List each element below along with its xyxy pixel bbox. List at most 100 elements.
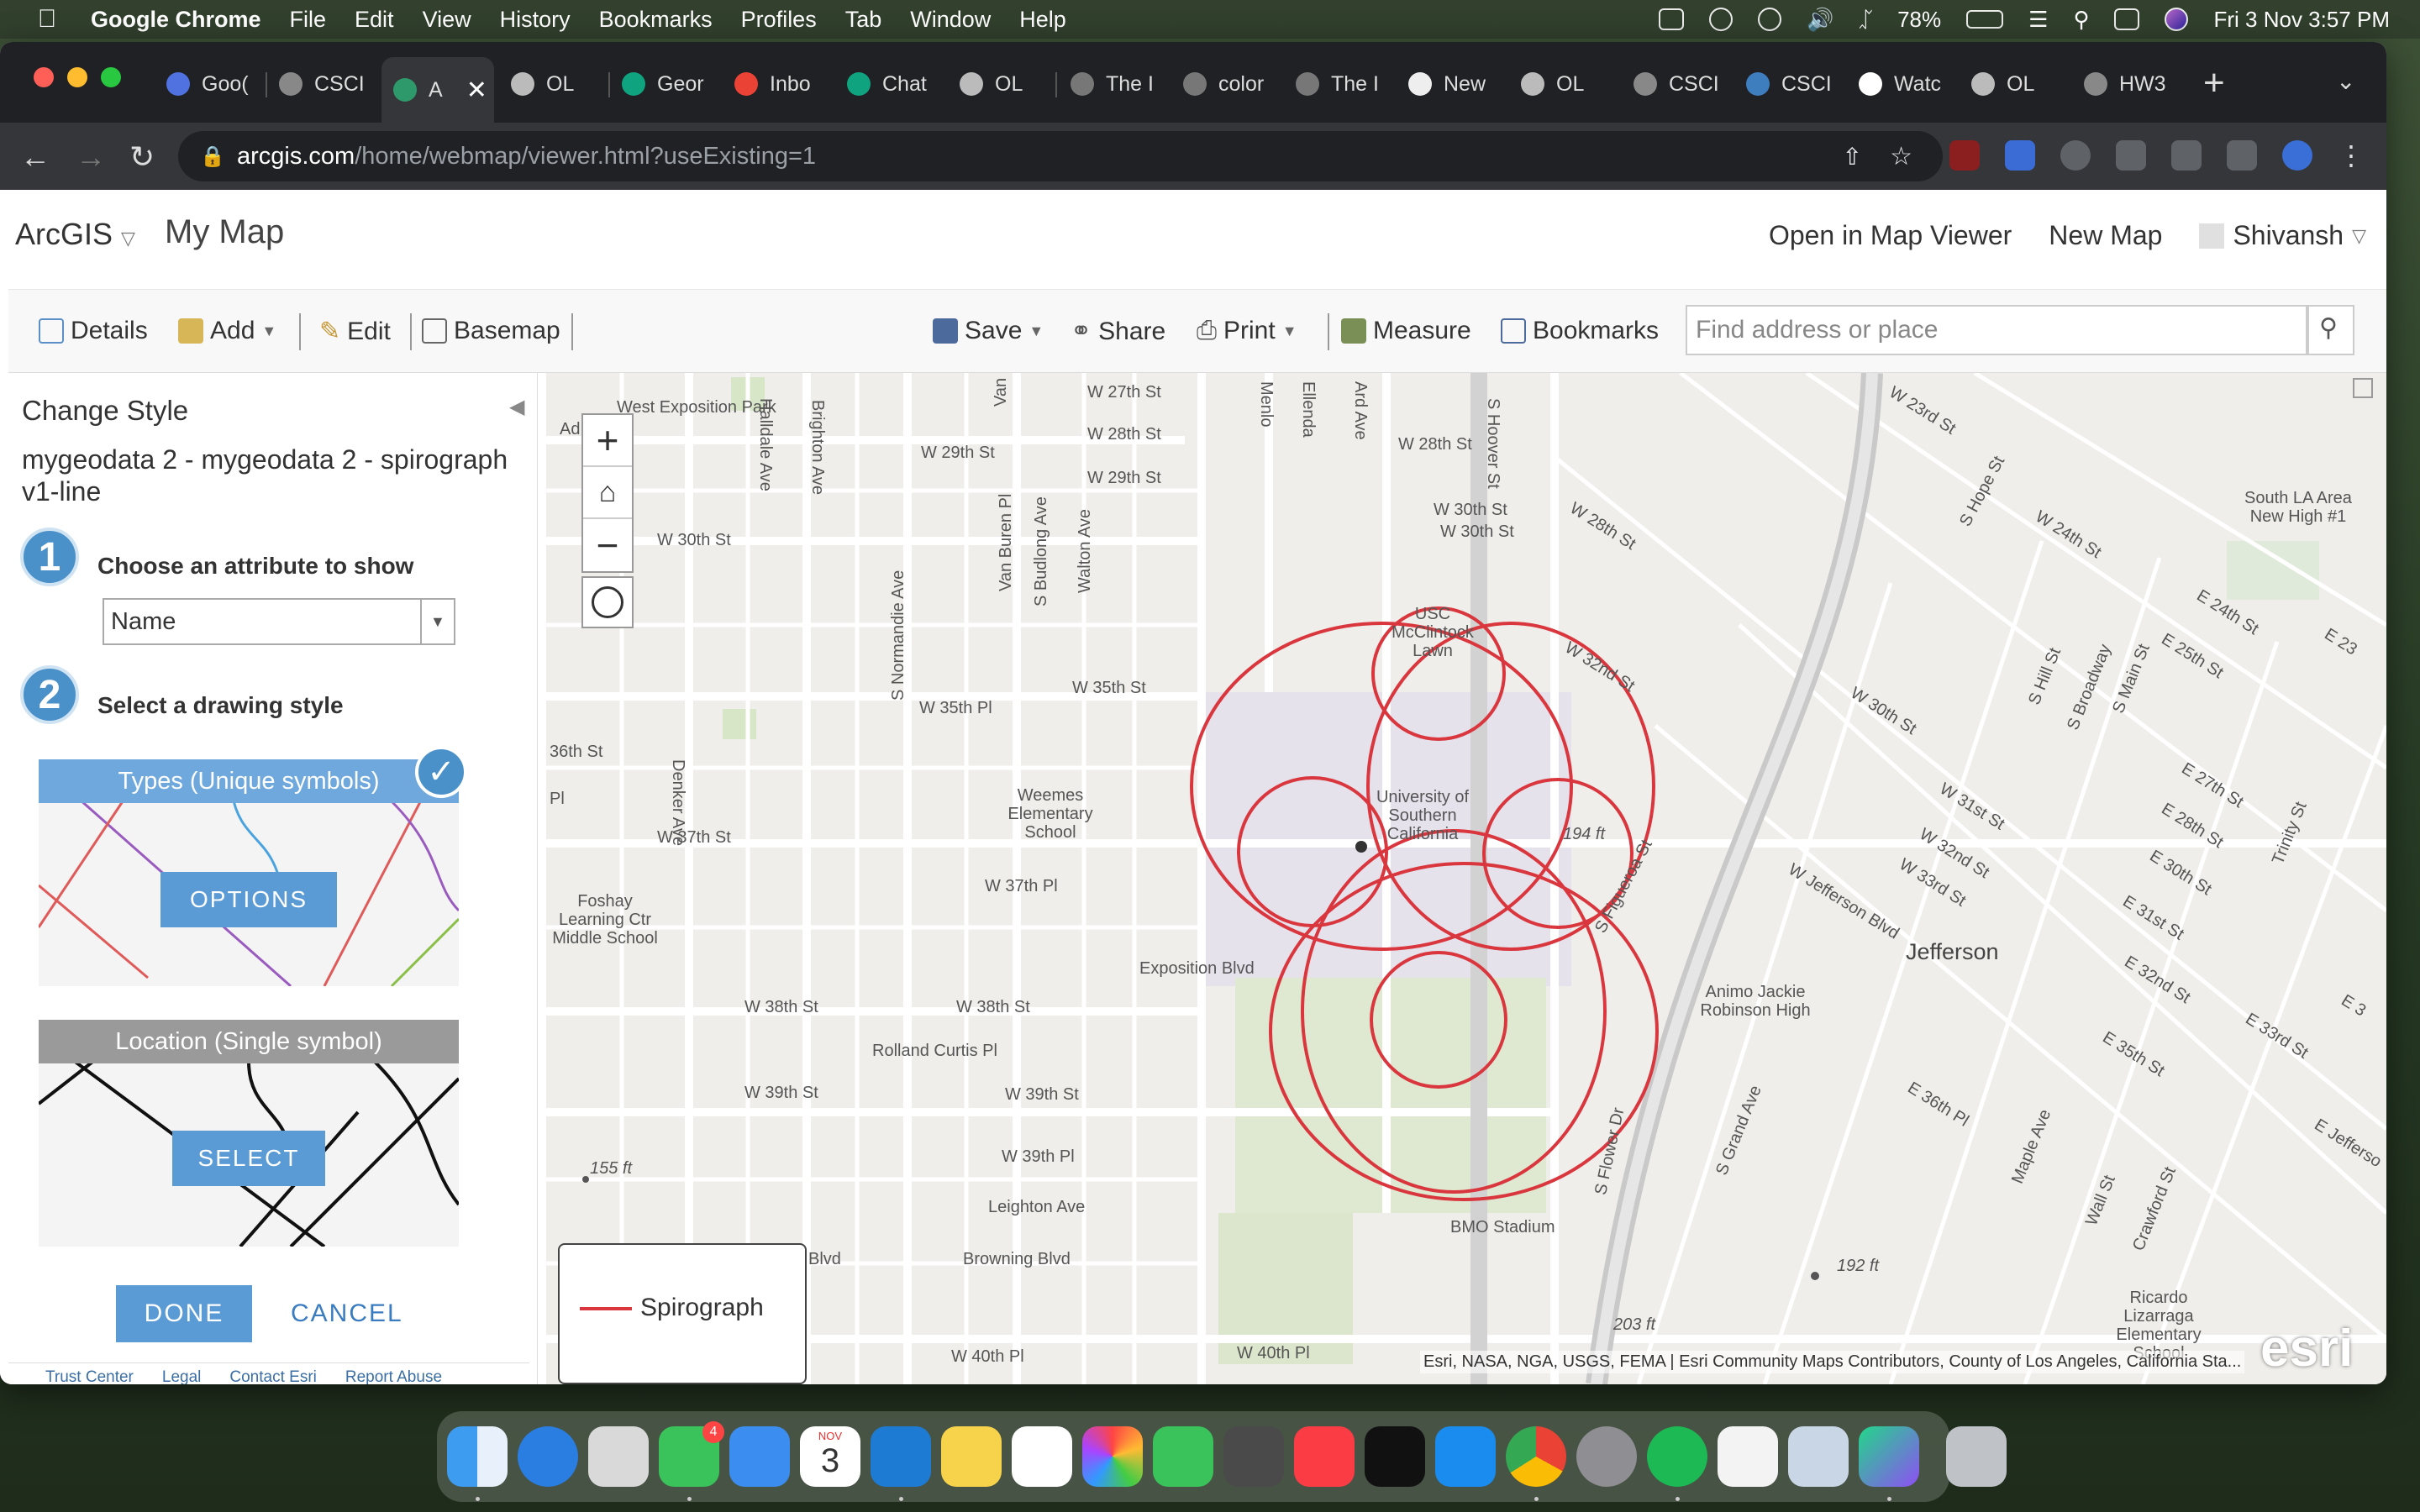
vscode-icon[interactable] [871, 1426, 931, 1501]
tab-active-arcgis[interactable]: A ✕ [381, 57, 494, 123]
forward-arrow-icon[interactable]: → [76, 139, 106, 175]
tab-18[interactable]: HW3 [2072, 60, 2180, 108]
basemap-button[interactable]: Basemap [422, 317, 560, 345]
mail-icon[interactable] [729, 1426, 790, 1487]
tab-2[interactable]: CSCI [267, 60, 376, 108]
save-button[interactable]: Save ▼ [933, 317, 1044, 345]
tab-11[interactable]: The I [1284, 60, 1392, 108]
print-button[interactable]: ⎙ Print ▼ [1197, 317, 1297, 345]
zoom-window-button[interactable] [101, 67, 121, 87]
share-icon[interactable]: ⇧ [1843, 143, 1862, 171]
style-card-types[interactable]: Types (Unique symbols) OPTIONS [39, 759, 459, 986]
siri-icon[interactable] [2165, 8, 2189, 31]
battery-icon[interactable] [1966, 10, 2004, 29]
menu-edit[interactable]: Edit [355, 7, 394, 33]
bluetooth-icon[interactable]: ᛢ [1859, 7, 1872, 33]
tab-close-icon[interactable]: ✕ [466, 76, 487, 105]
chrome-menu-icon[interactable]: ⋮ [2338, 139, 2365, 171]
preview-icon[interactable] [1788, 1426, 1849, 1487]
tab-16[interactable]: Watc [1847, 60, 1954, 108]
music-icon[interactable] [1294, 1426, 1355, 1487]
media-queue-icon[interactable] [2171, 140, 2202, 171]
messages-icon[interactable]: 4 [659, 1421, 724, 1501]
app-store-icon[interactable] [1435, 1426, 1496, 1487]
puzzle-extensions-icon[interactable] [2116, 140, 2146, 171]
menu-app-name[interactable]: Google Chrome [91, 7, 261, 33]
notes-icon[interactable] [941, 1426, 1002, 1487]
new-map-link[interactable]: New Map [2049, 220, 2162, 251]
grammarly-icon[interactable] [1709, 8, 1733, 31]
reload-icon[interactable]: ↻ [129, 139, 155, 175]
tab-4[interactable]: OL [499, 60, 607, 108]
measure-button[interactable]: Measure [1341, 317, 1471, 345]
zoom-in-button[interactable]: + [583, 415, 632, 467]
minimize-window-button[interactable] [67, 67, 87, 87]
launchpad-icon[interactable] [588, 1426, 649, 1487]
zoom-out-button[interactable]: − [583, 519, 632, 571]
bookmark-star-icon[interactable]: ☆ [1890, 142, 1912, 171]
spotlight-icon[interactable]: ⚲ [2073, 7, 2089, 33]
menu-profiles[interactable]: Profiles [741, 7, 817, 33]
wifi-icon[interactable]: ☰ [2028, 7, 2048, 33]
back-arrow-icon[interactable]: ← [20, 139, 50, 175]
home-button[interactable]: ⌂ [583, 467, 632, 519]
menu-history[interactable]: History [500, 7, 571, 33]
play-icon[interactable] [1758, 8, 1782, 31]
control-center-icon[interactable] [2114, 8, 2140, 30]
new-tab-icon[interactable]: + [2203, 62, 2225, 104]
tab-12[interactable]: New [1397, 60, 1504, 108]
select-button[interactable]: SELECT [172, 1131, 325, 1186]
trash-icon[interactable] [1946, 1426, 2007, 1487]
url-bar[interactable]: 🔒 arcgis.com/home/webmap/viewer.html?use… [178, 131, 1943, 181]
style-card-location[interactable]: Location (Single symbol) SELECT [39, 1020, 459, 1247]
search-input[interactable]: Find address or place [1686, 305, 2307, 355]
details-button[interactable]: Details [39, 317, 148, 345]
tab-15[interactable]: CSCI [1734, 60, 1842, 108]
add-button[interactable]: Add ▼ [178, 317, 276, 345]
user-menu[interactable]: Shivansh ▽ [2199, 220, 2366, 251]
sidepanel-icon[interactable] [2227, 140, 2257, 171]
grammarly-extension-icon[interactable] [2060, 140, 2091, 171]
menu-bookmarks[interactable]: Bookmarks [599, 7, 713, 33]
volume-icon[interactable]: 🔊 [1807, 7, 1833, 33]
tab-9[interactable]: The I [1059, 60, 1166, 108]
clock[interactable]: Fri 3 Nov 3:57 PM [2213, 7, 2390, 33]
trust-center-link[interactable]: Trust Center [45, 1368, 134, 1384]
display-icon[interactable] [1659, 8, 1685, 30]
menu-view[interactable]: View [423, 7, 471, 33]
contact-esri-link[interactable]: Contact Esri [229, 1368, 316, 1384]
extension-icon[interactable] [2005, 140, 2035, 171]
legal-link[interactable]: Legal [162, 1368, 202, 1384]
reminders-icon[interactable] [1012, 1426, 1072, 1487]
tv-icon[interactable] [1365, 1426, 1425, 1487]
tab-5[interactable]: Geor [610, 60, 718, 108]
open-map-viewer-link[interactable]: Open in Map Viewer [1769, 220, 2012, 251]
report-abuse-link[interactable]: Report Abuse [345, 1368, 442, 1384]
tab-13[interactable]: OL [1509, 60, 1617, 108]
map-view[interactable]: West Exposition Park W 27th St W 28th St… [546, 373, 2386, 1384]
tab-10[interactable]: color [1171, 60, 1279, 108]
sublime-icon[interactable] [1223, 1426, 1284, 1487]
calendar-icon[interactable]: NOV 3 [800, 1426, 860, 1487]
expand-map-icon[interactable] [2353, 378, 2373, 398]
tab-search-chevron-icon[interactable]: ⌄ [2336, 67, 2355, 95]
attribute-select[interactable]: Name ▼ [103, 598, 455, 645]
datagrip-icon[interactable] [1859, 1426, 1919, 1501]
photos-icon[interactable] [1082, 1426, 1143, 1487]
collapse-panel-icon[interactable]: ◀ [509, 395, 524, 419]
tab-14[interactable]: CSCI [1622, 60, 1729, 108]
tab-8[interactable]: OL [948, 60, 1055, 108]
done-button[interactable]: DONE [116, 1285, 252, 1342]
bookmarks-button[interactable]: Bookmarks [1501, 317, 1659, 345]
apple-icon[interactable]:  [30, 5, 64, 34]
tab-1[interactable]: Goo( [155, 60, 264, 108]
tab-6[interactable]: Inbo [723, 60, 830, 108]
arcgis-logo[interactable]: ArcGIS ▽ [15, 217, 135, 252]
finder-icon[interactable] [447, 1426, 508, 1501]
spotify-icon[interactable] [1647, 1426, 1707, 1501]
cancel-button[interactable]: CANCEL [291, 1285, 403, 1342]
menu-help[interactable]: Help [1019, 7, 1066, 33]
ublock-extension-icon[interactable] [1949, 140, 1980, 171]
edit-button[interactable]: ✎ Edit [319, 317, 391, 346]
tab-7[interactable]: Chat [835, 60, 943, 108]
